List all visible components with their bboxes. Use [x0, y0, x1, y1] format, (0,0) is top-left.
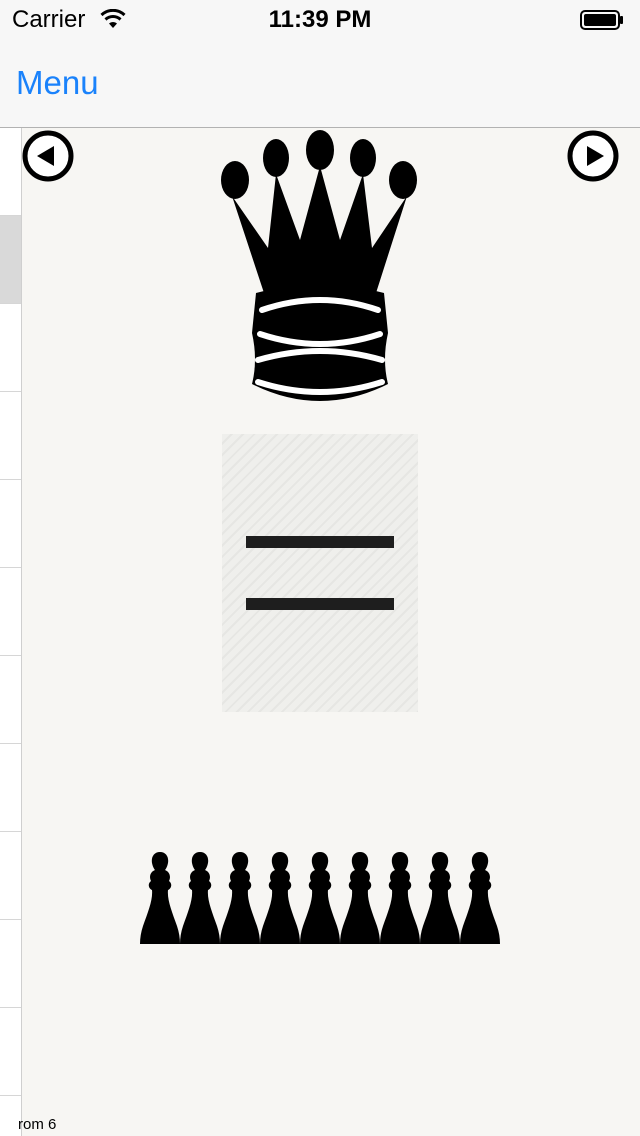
equals-icon-top-bar: [246, 536, 394, 548]
side-menu-row[interactable]: [0, 480, 21, 568]
side-menu-row[interactable]: [0, 304, 21, 392]
equals-icon-bottom-bar: [246, 598, 394, 610]
navigation-bar: Menu: [0, 40, 640, 128]
side-menu-row[interactable]: [0, 920, 21, 1008]
status-bar: Carrier 11:39 PM: [0, 0, 640, 40]
piece-value-view: [22, 128, 640, 1136]
equals-panel: [222, 434, 418, 712]
side-menu-row-selected[interactable]: [0, 216, 21, 304]
side-menu-list[interactable]: [0, 128, 22, 1136]
pawn-icon: [380, 852, 420, 944]
pawn-icon: [220, 852, 260, 944]
footer-text: rom 6: [18, 1116, 57, 1133]
side-menu-row[interactable]: [0, 392, 21, 480]
pawn-icon: [180, 852, 220, 944]
next-arrow-icon[interactable]: [567, 130, 619, 182]
status-time: 11:39 PM: [268, 6, 372, 33]
menu-button[interactable]: Menu: [16, 64, 99, 102]
pawn-icon: [460, 852, 500, 944]
pawn-icon: [140, 852, 180, 944]
queen-icon: [221, 130, 417, 401]
pawn-icon: [420, 852, 460, 944]
pawn-icon: [260, 852, 300, 944]
side-menu-row[interactable]: [0, 128, 21, 216]
pawn-row: [140, 852, 500, 944]
pawn-icon: [340, 852, 380, 944]
side-menu-row[interactable]: [0, 744, 21, 832]
side-menu-row[interactable]: [0, 1008, 21, 1096]
previous-arrow-icon[interactable]: [22, 130, 74, 182]
battery-icon: [580, 10, 623, 30]
side-menu-row[interactable]: [0, 832, 21, 920]
side-menu-row[interactable]: [0, 656, 21, 744]
side-menu-row[interactable]: [0, 568, 21, 656]
pawn-icon: [300, 852, 340, 944]
